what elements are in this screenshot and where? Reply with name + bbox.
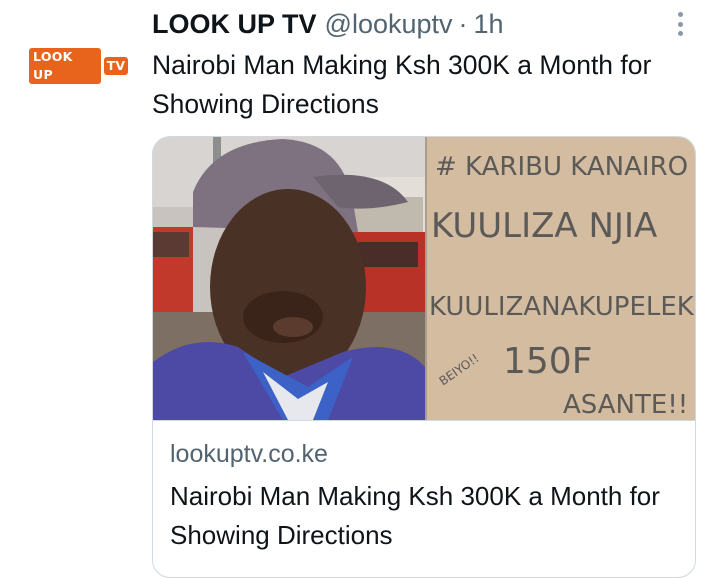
card-meta[interactable]: lookuptv.co.ke Nairobi Man Making Ksh 30… (153, 420, 695, 550)
more-dot (677, 31, 683, 36)
more-vertical-icon[interactable] (672, 10, 688, 38)
card-domain: lookuptv.co.ke (170, 440, 328, 468)
separator-dot: · (458, 8, 468, 39)
logo-word-tv: TV (103, 57, 128, 75)
sign-line3: KUULIZANAKUPELEK (429, 292, 695, 322)
sign-line4: 150F (503, 341, 592, 382)
sign-line2: KUULIZA NJIA (431, 206, 657, 246)
more-dot (677, 12, 683, 17)
sign-line1: # KARIBU KANAIRO (435, 152, 688, 182)
tweet-timestamp[interactable]: 1h (474, 9, 504, 40)
sign-line5: ASANTE!! (563, 390, 688, 420)
tweet-header: LOOK UP TV @lookuptv · 1h (152, 6, 504, 42)
card-image-photo: # KARIBU KANAIRO KUULIZA NJIA KUULIZANAK… (153, 137, 695, 420)
card-image[interactable]: # KARIBU KANAIRO KUULIZA NJIA KUULIZANAK… (153, 137, 695, 420)
logo-word-lookup: LOOK UP (29, 48, 101, 84)
account-avatar-logo[interactable]: LOOK UP TV (29, 48, 128, 84)
more-dot (677, 21, 683, 27)
link-preview-card[interactable]: # KARIBU KANAIRO KUULIZA NJIA KUULIZANAK… (152, 136, 696, 578)
user-handle[interactable]: @lookuptv (325, 9, 453, 40)
display-name[interactable]: LOOK UP TV (152, 9, 317, 40)
card-title: Nairobi Man Making Ksh 300K a Month for … (170, 481, 660, 550)
tweet-text: Nairobi Man Making Ksh 300K a Month for … (152, 50, 652, 119)
